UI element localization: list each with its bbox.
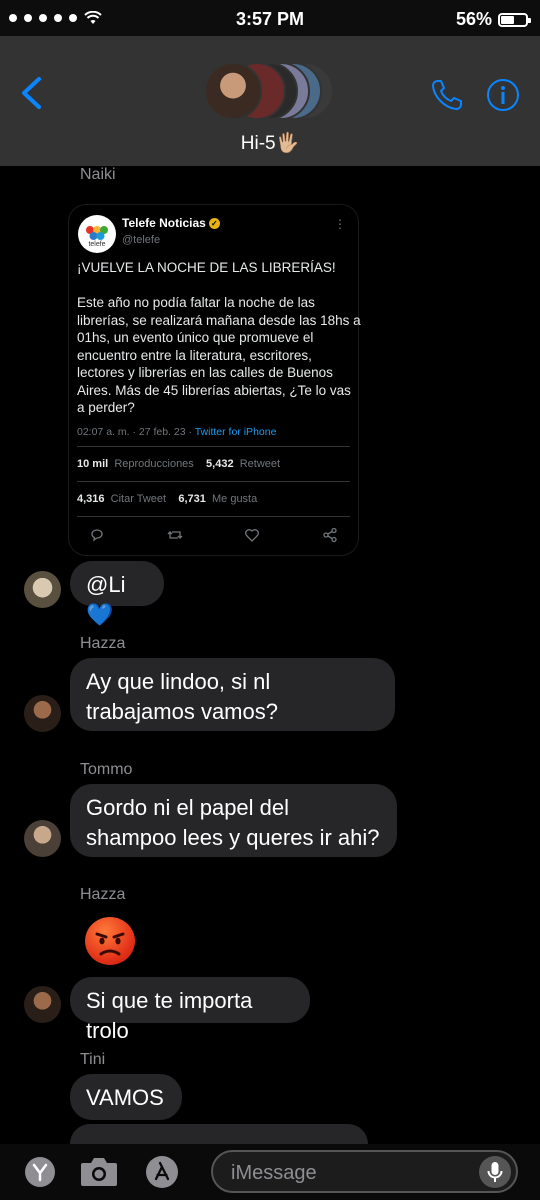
avatar (204, 62, 262, 120)
retweets-label: Retweet (239, 458, 281, 470)
avatar[interactable] (24, 986, 61, 1023)
retweet-icon[interactable] (167, 527, 183, 543)
quotes-count: 4,316 (77, 493, 105, 505)
sender-name: Tommo (80, 761, 133, 778)
engagement-stat: 4,316 Citar Tweet 6,731 Me gusta (77, 493, 257, 505)
memoji-app-icon[interactable] (24, 1156, 56, 1188)
share-icon[interactable] (322, 527, 338, 543)
message-bubble[interactable]: Si que te importa trolo (70, 977, 310, 1043)
battery-percent: 56% (455, 9, 492, 29)
tweet-author-name: Telefe Noticias (122, 216, 206, 230)
group-avatar-stack[interactable] (204, 62, 334, 120)
reply-icon[interactable] (89, 527, 105, 543)
group-title[interactable]: Hi-5🖐🏼 (0, 131, 540, 155)
tweet-meta: 02:07 a. m. · 27 feb. 23 · Twitter for i… (77, 426, 276, 438)
likes-label: Me gusta (211, 493, 258, 505)
app-store-icon[interactable] (145, 1155, 179, 1189)
camera-icon[interactable] (79, 1153, 119, 1189)
tweet-timestamp: 02:07 a. m. · 27 feb. 23 · (77, 426, 195, 438)
avatar[interactable] (24, 820, 61, 857)
message-bubble[interactable]: VAMOS (70, 1074, 182, 1120)
status-bar: 3:57 PM 56% (0, 0, 540, 36)
tweet-text: ¡VUELVE LA NOCHE DE LAS LIBRERÍAS! Este … (77, 260, 361, 415)
microphone-icon (487, 1162, 503, 1182)
tweet-source-link[interactable]: Twitter for iPhone (195, 426, 277, 438)
like-icon[interactable] (244, 527, 260, 543)
likes-count: 6,731 (178, 493, 206, 505)
views-label: Reproducciones (114, 458, 194, 470)
views-count: 10 mil (77, 458, 109, 470)
views-stat: 10 mil Reproducciones 5,432 Retweet (77, 458, 280, 470)
microphone-button[interactable] (479, 1156, 511, 1188)
quotes-label: Citar Tweet (110, 493, 167, 505)
sender-name: Naiki (80, 166, 116, 183)
sender-name: Tini (80, 1051, 106, 1068)
more-options-icon[interactable]: ⋮ (334, 217, 346, 231)
tweet-screenshot[interactable]: telefe Telefe Noticias ✓ @telefe ⋮ ¡VUEL… (68, 204, 361, 556)
sender-name: Hazza (80, 886, 126, 903)
tweet-author-handle: @telefe (122, 234, 161, 246)
sender-name: Hazza (80, 635, 126, 652)
phone-icon[interactable] (429, 77, 465, 113)
telefe-logo-text: telefe (88, 241, 106, 248)
telefe-logo: telefe (78, 215, 116, 253)
avatar[interactable] (24, 571, 61, 608)
message-bubble[interactable]: @Li💙 (70, 561, 164, 627)
imessage-field[interactable] (211, 1150, 518, 1193)
retweets-count: 5,432 (206, 458, 234, 470)
conversation-header: 3:57 PM 56% Hi-5🖐🏼 (0, 0, 540, 166)
info-icon[interactable] (486, 78, 520, 112)
battery-icon (498, 12, 531, 27)
verified-badge-icon: ✓ (208, 217, 220, 229)
message-input[interactable] (231, 1160, 471, 1186)
back-chevron-icon[interactable] (18, 76, 44, 110)
message-bubble[interactable]: Gordo ni el papel del shampoo lees y que… (70, 784, 397, 857)
angry-face-emoji-icon[interactable] (85, 917, 135, 965)
message-bubble[interactable]: Ay que lindoo, si nl trabajamos vamos? (70, 658, 395, 731)
avatar[interactable] (24, 695, 61, 732)
